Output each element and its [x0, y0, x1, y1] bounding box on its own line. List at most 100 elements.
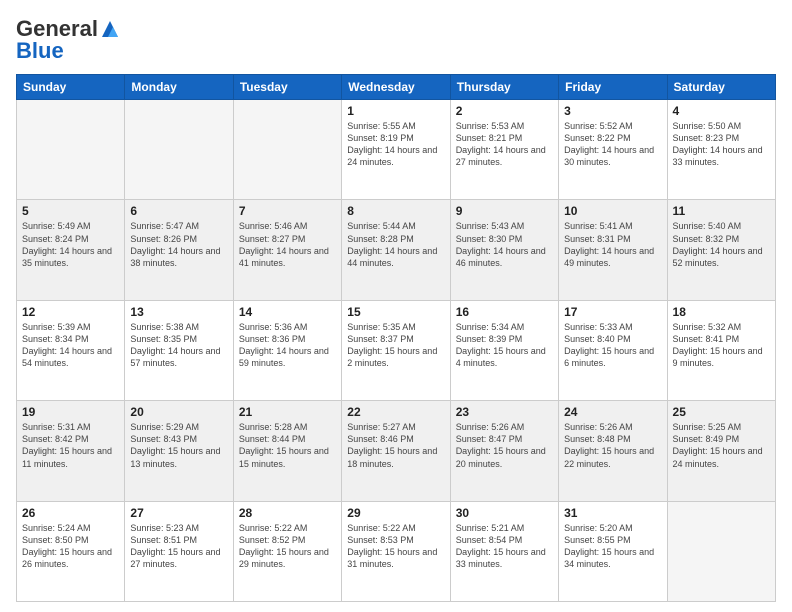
table-cell: 16Sunrise: 5:34 AMSunset: 8:39 PMDayligh… [450, 300, 558, 400]
table-cell: 12Sunrise: 5:39 AMSunset: 8:34 PMDayligh… [17, 300, 125, 400]
day-number: 8 [347, 204, 444, 218]
day-info: Sunrise: 5:43 AMSunset: 8:30 PMDaylight:… [456, 220, 553, 269]
day-number: 22 [347, 405, 444, 419]
table-cell: 1 Sunrise: 5:55 AMSunset: 8:19 PMDaylight… [342, 100, 450, 200]
table-cell: 7Sunrise: 5:46 AMSunset: 8:27 PMDaylight… [233, 200, 341, 300]
day-number: 31 [564, 506, 661, 520]
day-info: Sunrise: 5:31 AMSunset: 8:42 PMDaylight:… [22, 421, 119, 470]
calendar-week-row: 12Sunrise: 5:39 AMSunset: 8:34 PMDayligh… [17, 300, 776, 400]
table-cell: 10 Sunrise: 5:41 AMSunset: 8:31 PMDayligh… [559, 200, 667, 300]
calendar-week-row: 5 Sunrise: 5:49 AMSunset: 8:24 PMDaylight… [17, 200, 776, 300]
day-info: Sunrise: 5:24 AMSunset: 8:50 PMDaylight:… [22, 522, 119, 571]
table-cell: 13 Sunrise: 5:38 AMSunset: 8:35 PMDayligh… [125, 300, 233, 400]
day-number: 12 [22, 305, 119, 319]
table-cell: 26 Sunrise: 5:24 AMSunset: 8:50 PMDayligh… [17, 501, 125, 601]
day-number: 23 [456, 405, 553, 419]
day-info: Sunrise: 5:41 AMSunset: 8:31 PMDaylight:… [564, 220, 661, 269]
col-monday: Monday [125, 75, 233, 100]
day-number: 9 [456, 204, 553, 218]
day-number: 3 [564, 104, 661, 118]
calendar-week-row: 26 Sunrise: 5:24 AMSunset: 8:50 PMDayligh… [17, 501, 776, 601]
day-number: 30 [456, 506, 553, 520]
table-cell: 25Sunrise: 5:25 AMSunset: 8:49 PMDayligh… [667, 401, 775, 501]
table-cell: 8Sunrise: 5:44 AMSunset: 8:28 PMDaylight… [342, 200, 450, 300]
day-info: Sunrise: 5:34 AMSunset: 8:39 PMDaylight:… [456, 321, 553, 370]
table-cell: 5 Sunrise: 5:49 AMSunset: 8:24 PMDaylight… [17, 200, 125, 300]
day-number: 1 [347, 104, 444, 118]
day-info: Sunrise: 5:38 AMSunset: 8:35 PMDaylight:… [130, 321, 227, 370]
day-number: 2 [456, 104, 553, 118]
table-cell: 31 Sunrise: 5:20 AMSunset: 8:55 PMDayligh… [559, 501, 667, 601]
calendar-week-row: 1 Sunrise: 5:55 AMSunset: 8:19 PMDaylight… [17, 100, 776, 200]
calendar-table: Sunday Monday Tuesday Wednesday Thursday… [16, 74, 776, 602]
day-info: Sunrise: 5:32 AMSunset: 8:41 PMDaylight:… [673, 321, 770, 370]
day-number: 15 [347, 305, 444, 319]
day-info: Sunrise: 5:55 AMSunset: 8:19 PMDaylight:… [347, 120, 444, 169]
logo: General Blue [16, 16, 120, 64]
day-number: 5 [22, 204, 119, 218]
day-info: Sunrise: 5:35 AMSunset: 8:37 PMDaylight:… [347, 321, 444, 370]
day-number: 18 [673, 305, 770, 319]
table-cell: 21 Sunrise: 5:28 AMSunset: 8:44 PMDayligh… [233, 401, 341, 501]
day-number: 4 [673, 104, 770, 118]
header: General Blue [16, 16, 776, 64]
day-number: 11 [673, 204, 770, 218]
col-saturday: Saturday [667, 75, 775, 100]
day-info: Sunrise: 5:28 AMSunset: 8:44 PMDaylight:… [239, 421, 336, 470]
table-cell [17, 100, 125, 200]
day-info: Sunrise: 5:49 AMSunset: 8:24 PMDaylight:… [22, 220, 119, 269]
day-info: Sunrise: 5:25 AMSunset: 8:49 PMDaylight:… [673, 421, 770, 470]
day-number: 10 [564, 204, 661, 218]
day-info: Sunrise: 5:33 AMSunset: 8:40 PMDaylight:… [564, 321, 661, 370]
table-cell: 20 Sunrise: 5:29 AMSunset: 8:43 PMDayligh… [125, 401, 233, 501]
day-number: 26 [22, 506, 119, 520]
table-cell: 17 Sunrise: 5:33 AMSunset: 8:40 PMDayligh… [559, 300, 667, 400]
table-cell: 4 Sunrise: 5:50 AMSunset: 8:23 PMDaylight… [667, 100, 775, 200]
day-number: 7 [239, 204, 336, 218]
table-cell: 27 Sunrise: 5:23 AMSunset: 8:51 PMDayligh… [125, 501, 233, 601]
table-cell: 9 Sunrise: 5:43 AMSunset: 8:30 PMDaylight… [450, 200, 558, 300]
day-number: 24 [564, 405, 661, 419]
table-cell: 6 Sunrise: 5:47 AMSunset: 8:26 PMDaylight… [125, 200, 233, 300]
table-cell [125, 100, 233, 200]
day-info: Sunrise: 5:53 AMSunset: 8:21 PMDaylight:… [456, 120, 553, 169]
page: General Blue Sunday Monday Tuesday Wedne… [0, 0, 792, 612]
day-number: 19 [22, 405, 119, 419]
table-cell: 22Sunrise: 5:27 AMSunset: 8:46 PMDayligh… [342, 401, 450, 501]
day-number: 29 [347, 506, 444, 520]
calendar-header-row: Sunday Monday Tuesday Wednesday Thursday… [17, 75, 776, 100]
day-info: Sunrise: 5:22 AMSunset: 8:52 PMDaylight:… [239, 522, 336, 571]
day-number: 13 [130, 305, 227, 319]
col-wednesday: Wednesday [342, 75, 450, 100]
day-info: Sunrise: 5:20 AMSunset: 8:55 PMDaylight:… [564, 522, 661, 571]
table-cell: 18 Sunrise: 5:32 AMSunset: 8:41 PMDayligh… [667, 300, 775, 400]
table-cell: 14Sunrise: 5:36 AMSunset: 8:36 PMDayligh… [233, 300, 341, 400]
table-cell: 15 Sunrise: 5:35 AMSunset: 8:37 PMDayligh… [342, 300, 450, 400]
table-cell: 29Sunrise: 5:22 AMSunset: 8:53 PMDayligh… [342, 501, 450, 601]
table-cell: 30Sunrise: 5:21 AMSunset: 8:54 PMDayligh… [450, 501, 558, 601]
day-info: Sunrise: 5:36 AMSunset: 8:36 PMDaylight:… [239, 321, 336, 370]
table-cell: 11 Sunrise: 5:40 AMSunset: 8:32 PMDayligh… [667, 200, 775, 300]
day-number: 6 [130, 204, 227, 218]
calendar-week-row: 19 Sunrise: 5:31 AMSunset: 8:42 PMDayligh… [17, 401, 776, 501]
day-info: Sunrise: 5:29 AMSunset: 8:43 PMDaylight:… [130, 421, 227, 470]
day-number: 20 [130, 405, 227, 419]
day-number: 27 [130, 506, 227, 520]
day-info: Sunrise: 5:50 AMSunset: 8:23 PMDaylight:… [673, 120, 770, 169]
day-info: Sunrise: 5:47 AMSunset: 8:26 PMDaylight:… [130, 220, 227, 269]
day-info: Sunrise: 5:23 AMSunset: 8:51 PMDaylight:… [130, 522, 227, 571]
table-cell [667, 501, 775, 601]
day-number: 21 [239, 405, 336, 419]
logo-icon [100, 19, 120, 39]
table-cell: 28Sunrise: 5:22 AMSunset: 8:52 PMDayligh… [233, 501, 341, 601]
table-cell: 24 Sunrise: 5:26 AMSunset: 8:48 PMDayligh… [559, 401, 667, 501]
table-cell: 2 Sunrise: 5:53 AMSunset: 8:21 PMDaylight… [450, 100, 558, 200]
col-tuesday: Tuesday [233, 75, 341, 100]
table-cell: 23Sunrise: 5:26 AMSunset: 8:47 PMDayligh… [450, 401, 558, 501]
table-cell [233, 100, 341, 200]
day-number: 17 [564, 305, 661, 319]
day-info: Sunrise: 5:26 AMSunset: 8:48 PMDaylight:… [564, 421, 661, 470]
logo-blue-text: Blue [16, 38, 64, 64]
day-info: Sunrise: 5:40 AMSunset: 8:32 PMDaylight:… [673, 220, 770, 269]
col-friday: Friday [559, 75, 667, 100]
